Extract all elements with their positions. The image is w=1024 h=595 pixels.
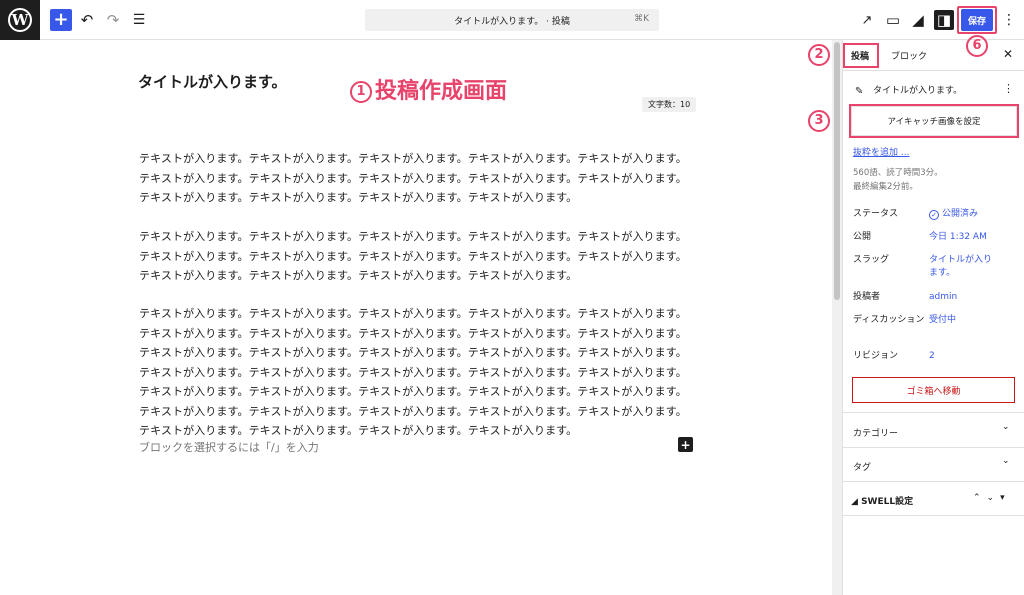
settings-sidebar: 投稿 ブロック ✕ ✎ タイトルが入ります。 ⋮ アイキャッチ画像を設定 抜粋を… [842,40,1024,595]
featured-image-highlight-frame [849,104,1019,138]
scrollbar-thumb[interactable] [834,42,840,300]
slug-label: スラッグ [853,255,890,265]
post-title[interactable]: タイトルが入ります。 [138,71,287,92]
paragraph-block[interactable]: テキストが入ります。テキストが入ります。テキストが入ります。テキストが入ります。… [139,149,695,208]
status-value[interactable]: ✓ 公開済み [929,208,978,221]
revisions-value[interactable]: 2 [929,350,935,363]
redo-icon[interactable]: ↷ [102,9,124,31]
paragraph-block[interactable]: テキストが入ります。テキストが入ります。テキストが入ります。テキストが入ります。… [139,227,695,286]
annotation-6: 6 [966,35,988,57]
tag-panel-title[interactable]: タグ [853,460,871,473]
publish-label: 公開 [853,232,872,242]
annotation-1-number: 1 [350,81,372,103]
settings-panel-icon[interactable]: ◨ [934,10,954,30]
wordpress-logo[interactable]: W [0,0,40,40]
last-edited-text: 最終編集2分前。 [853,182,918,192]
swell-settings-label: SWELL設定 [861,497,914,507]
author-label: 投稿者 [853,292,881,302]
command-palette-bar[interactable]: タイトルが入ります。 · 投稿 ⌘K [365,9,659,31]
canvas-scrollbar[interactable] [832,40,842,595]
author-value[interactable]: admin [929,291,957,304]
swell-icon[interactable]: ◢ [907,9,929,31]
paragraph-block[interactable]: テキストが入ります。テキストが入ります。テキストが入ります。テキストが入ります。… [139,304,695,441]
word-count-text: 560語、読了時間3分。 [853,168,943,178]
chevron-down-icon[interactable]: ⌄ [1002,456,1010,466]
panel-divider [843,481,1024,482]
annotation-3: 3 [808,110,830,132]
add-block-button[interactable]: + [50,9,72,31]
wordpress-icon: W [8,8,32,32]
swell-settings-panel-title[interactable]: ◢ SWELL設定 [851,494,913,507]
slug-value[interactable]: タイトルが入ります。 [929,254,995,280]
post-icon: ✎ [855,86,864,97]
command-shortcut: ⌘K [634,14,649,24]
command-bar-title: タイトルが入ります。 · 投稿 [454,17,570,27]
save-button[interactable]: 保存 [961,9,993,31]
discussion-label: ディスカッション [853,315,925,325]
list-view-icon[interactable]: ☰ [128,9,150,31]
device-preview-icon[interactable]: ▭ [882,9,904,31]
revisions-label: リビジョン [853,351,899,361]
swell-icon: ◢ [851,497,858,507]
panel-divider [843,515,1024,516]
char-count-badge: 文字数：10 [642,97,697,112]
tab-post[interactable]: 投稿 [843,40,877,70]
options-more-icon[interactable]: ⋮ [998,9,1020,31]
status-value-text: 公開済み [942,209,979,219]
close-icon[interactable]: ✕ [1003,47,1013,61]
editor-canvas: タイトルが入ります。 1 投稿作成画面 文字数：10 テキストが入ります。テキスト… [0,40,832,595]
discussion-value[interactable]: 受付中 [929,314,956,327]
annotation-2: 2 [808,44,830,66]
block-placeholder[interactable]: ブロックを選択するには「/」を入力 [139,439,319,455]
sidebar-tabs: 投稿 ブロック ✕ [843,40,1024,71]
publish-date-value[interactable]: 今日 1:32 AM [929,231,987,244]
chevron-down-icon[interactable]: ⌄ [1002,422,1010,432]
panel-divider [843,447,1024,448]
panel-divider [843,412,1024,413]
top-toolbar: W + ↶ ↷ ☰ タイトルが入ります。 · 投稿 ⌘K ↗ ▭ ◢ ◨ 保存 … [0,0,1024,40]
external-preview-icon[interactable]: ↗ [856,9,878,31]
post-actions-more-icon[interactable]: ⋮ [1003,82,1014,95]
add-excerpt-link[interactable]: 抜粋を追加 ... [853,145,909,158]
annotation-1-text: 投稿作成画面 [375,79,508,104]
inline-add-block-button[interactable]: + [678,437,693,452]
editor-app: W + ↶ ↷ ☰ タイトルが入ります。 · 投稿 ⌘K ↗ ▭ ◢ ◨ 保存 … [0,0,1024,595]
post-meta-info: 560語、読了時間3分。 最終編集2分前。 [853,166,943,194]
sidebar-post-title: タイトルが入ります。 [873,86,963,96]
panel-move-controls[interactable]: ⌃⌄▾ [973,493,1011,503]
annotation-1: 1 投稿作成画面 [350,73,507,105]
tab-block[interactable]: ブロック [891,49,927,62]
published-check-icon: ✓ [929,210,939,220]
undo-icon[interactable]: ↶ [76,9,98,31]
category-panel-title[interactable]: カテゴリー [853,426,898,439]
status-label: ステータス [853,209,899,219]
move-to-trash-button[interactable]: ゴミ箱へ移動 [852,377,1015,403]
